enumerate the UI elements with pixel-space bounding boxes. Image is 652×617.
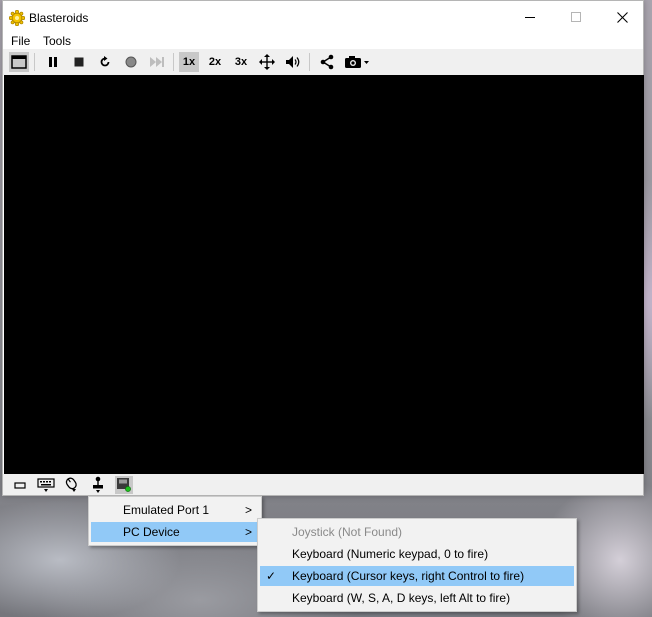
share-button[interactable] [317, 52, 337, 72]
submenu-item-cursor-keys[interactable]: ✓ Keyboard (Cursor keys, right Control t… [260, 566, 574, 586]
share-icon [320, 54, 334, 70]
disk-drive-button[interactable] [115, 476, 133, 494]
close-button[interactable] [599, 1, 645, 33]
fast-forward-button[interactable] [147, 52, 167, 72]
reset-icon [100, 56, 110, 67]
volume-icon [286, 56, 300, 68]
minimize-button[interactable] [507, 1, 553, 33]
joystick-button[interactable] [89, 476, 107, 494]
layout-button[interactable] [9, 52, 29, 72]
record-button[interactable] [121, 52, 141, 72]
mouse-icon [65, 477, 77, 492]
disk-drive-icon [117, 478, 131, 492]
submenu-item-label: Keyboard (Cursor keys, right Control to … [292, 569, 525, 583]
speed-1x-button[interactable]: 1x [179, 52, 199, 72]
menu-item-label: Emulated Port 1 [123, 503, 210, 517]
record-icon [125, 56, 137, 68]
menu-file[interactable]: File [11, 33, 30, 49]
menu-tools[interactable]: Tools [43, 33, 71, 49]
cartridge-icon [14, 482, 26, 489]
camera-icon [345, 56, 369, 68]
toolbar-separator [34, 53, 35, 71]
minimize-icon [525, 17, 535, 18]
menu-item-pc-device[interactable]: PC Device > [91, 522, 259, 542]
maximize-button[interactable] [553, 1, 599, 33]
emulator-screen[interactable] [4, 75, 644, 474]
input-device-menu: Emulated Port 1 > PC Device > [88, 496, 262, 546]
toolbar: 1x 2x 3x [3, 49, 643, 75]
window-title: Blasteroids [29, 11, 89, 25]
maximize-icon [571, 12, 581, 22]
pause-button[interactable] [43, 52, 63, 72]
status-bar [3, 474, 643, 495]
speed-3x-button[interactable]: 3x [231, 52, 251, 72]
fast-forward-icon [150, 57, 164, 67]
app-gear-icon [9, 10, 25, 26]
menu-item-label: PC Device [123, 525, 180, 539]
submenu-chevron-icon: > [245, 503, 253, 517]
reset-button[interactable] [95, 52, 115, 72]
move-icon [259, 54, 275, 70]
keyboard-button[interactable] [37, 476, 55, 494]
menu-bar: File Tools [3, 33, 643, 49]
window-layout-icon [11, 55, 27, 69]
toolbar-separator [309, 53, 310, 71]
screenshot-button[interactable] [343, 52, 371, 72]
submenu-item-wsad-keys[interactable]: Keyboard (W, S, A, D keys, left Alt to f… [260, 588, 574, 608]
submenu-item-numeric-keypad[interactable]: Keyboard (Numeric keypad, 0 to fire) [260, 544, 574, 564]
submenu-item-label: Keyboard (Numeric keypad, 0 to fire) [292, 547, 489, 561]
checkmark-icon: ✓ [266, 569, 277, 583]
joystick-icon [93, 476, 103, 493]
pc-device-submenu: Joystick (Not Found) Keyboard (Numeric k… [257, 518, 577, 612]
submenu-item-label: Joystick (Not Found) [292, 525, 403, 539]
stop-icon [74, 57, 84, 67]
toolbar-separator [173, 53, 174, 71]
menu-item-emulated-port-1[interactable]: Emulated Port 1 > [91, 500, 259, 520]
pause-icon [49, 57, 57, 67]
volume-button[interactable] [283, 52, 303, 72]
submenu-chevron-icon: > [245, 525, 253, 539]
close-icon [616, 11, 628, 23]
speed-2x-button[interactable]: 2x [205, 52, 225, 72]
mouse-button[interactable] [63, 476, 81, 494]
title-bar: Blasteroids [3, 1, 643, 33]
fullscreen-move-button[interactable] [257, 52, 277, 72]
stop-button[interactable] [69, 52, 89, 72]
keyboard-icon [37, 478, 55, 492]
cartridge-button[interactable] [11, 476, 29, 494]
app-window: Blasteroids File Tools 1x 2x 3x [2, 0, 644, 496]
submenu-item-joystick[interactable]: Joystick (Not Found) [260, 522, 574, 542]
submenu-item-label: Keyboard (W, S, A, D keys, left Alt to f… [292, 591, 511, 605]
